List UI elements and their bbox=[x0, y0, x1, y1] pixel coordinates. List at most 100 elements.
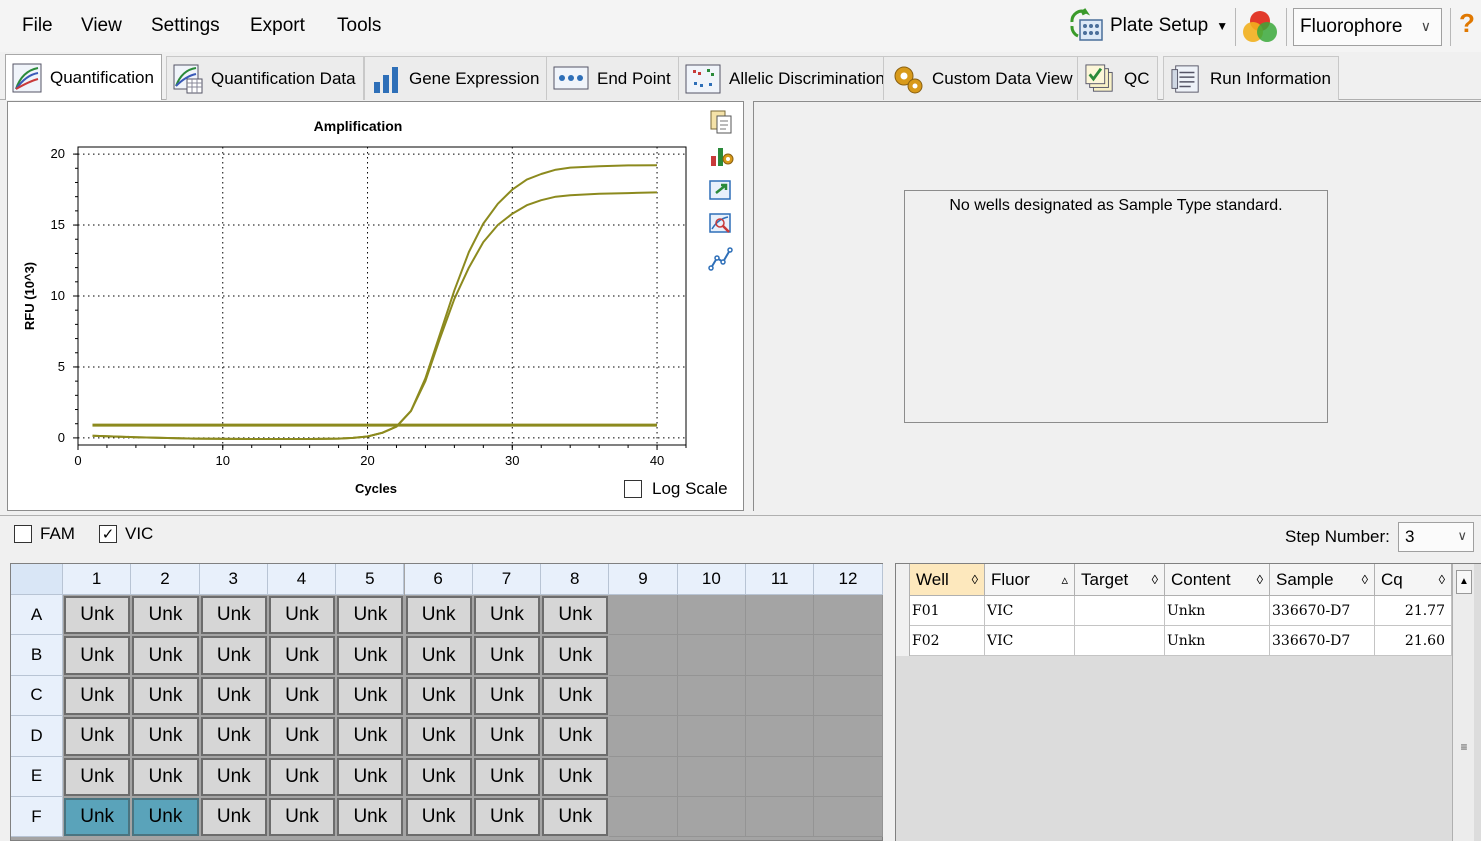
plate-well-empty[interactable] bbox=[609, 797, 678, 838]
plate-column-header[interactable]: 6 bbox=[404, 564, 473, 595]
column-header-cq[interactable]: Cq ◊ bbox=[1375, 564, 1452, 596]
fluor-fam-toggle[interactable]: FAM bbox=[14, 524, 75, 544]
sort-icon[interactable]: ◊ bbox=[1257, 572, 1263, 587]
plate-row-header[interactable]: D bbox=[11, 716, 63, 757]
plate-well[interactable]: Unk bbox=[337, 596, 404, 635]
plate-well[interactable]: Unk bbox=[473, 676, 541, 716]
plate-column-header[interactable]: 7 bbox=[472, 564, 542, 595]
plate-well-empty[interactable] bbox=[609, 675, 678, 717]
plate-well[interactable]: Unk bbox=[200, 636, 267, 675]
sort-icon[interactable]: ◊ bbox=[1439, 572, 1445, 587]
table-cell-fluor[interactable]: VIC bbox=[985, 626, 1075, 656]
plate-well-empty[interactable] bbox=[814, 635, 883, 676]
plate-well[interactable]: Unk bbox=[132, 757, 199, 796]
plate-well[interactable]: Unk bbox=[200, 717, 267, 756]
plate-well-empty[interactable] bbox=[609, 716, 678, 757]
table-cell-sample[interactable]: 336670-D7 bbox=[1270, 596, 1375, 626]
plate-column-header[interactable]: 8 bbox=[541, 564, 610, 595]
plate-well-empty[interactable] bbox=[677, 756, 746, 797]
plate-well[interactable]: Unk bbox=[473, 717, 541, 756]
plate-well[interactable]: Unk bbox=[405, 596, 472, 635]
color-circles-icon[interactable] bbox=[1241, 8, 1279, 46]
plate-well[interactable]: Unk bbox=[405, 798, 472, 837]
plate-row-header[interactable]: F bbox=[11, 797, 63, 838]
plate-well[interactable]: Unk bbox=[64, 757, 131, 796]
table-scrollbar[interactable]: ▲ ≡ bbox=[1452, 564, 1474, 841]
sort-icon[interactable]: ◊ bbox=[1362, 572, 1368, 587]
menu-export[interactable]: Export bbox=[250, 15, 305, 37]
table-cell-cq[interactable]: 21.77 bbox=[1375, 596, 1452, 626]
plate-well[interactable]: Unk bbox=[473, 596, 541, 635]
plate-well-empty[interactable] bbox=[677, 675, 746, 717]
table-cell-target[interactable] bbox=[1075, 596, 1165, 626]
step-number-select[interactable]: 3 ∨ bbox=[1398, 522, 1474, 552]
plate-well[interactable]: Unk bbox=[64, 717, 131, 756]
plate-well[interactable]: Unk bbox=[132, 717, 199, 756]
table-cell-well[interactable]: F02 bbox=[910, 626, 985, 656]
plate-well[interactable]: Unk bbox=[405, 717, 472, 756]
column-header-well[interactable]: Well ◊ bbox=[910, 564, 985, 596]
tab-run-information[interactable]: Run Information bbox=[1163, 56, 1339, 100]
plate-row-header[interactable]: A bbox=[11, 595, 63, 636]
plate-well[interactable]: Unk bbox=[64, 798, 131, 837]
tab-custom-data-view[interactable]: Custom Data View bbox=[883, 56, 1081, 100]
table-cell-sample[interactable]: 336670-D7 bbox=[1270, 626, 1375, 656]
plate-column-header[interactable]: 10 bbox=[677, 564, 746, 595]
fluor-vic-toggle[interactable]: ✓ VIC bbox=[99, 524, 153, 544]
plate-well[interactable]: Unk bbox=[542, 596, 609, 635]
vic-checkbox[interactable]: ✓ bbox=[99, 525, 117, 543]
plate-corner[interactable] bbox=[11, 564, 63, 595]
plate-well-empty[interactable] bbox=[814, 756, 883, 797]
plate-well-empty[interactable] bbox=[677, 595, 746, 636]
copy-icon[interactable] bbox=[708, 108, 734, 134]
plate-well-empty[interactable] bbox=[814, 797, 883, 838]
plate-well-empty[interactable] bbox=[609, 635, 678, 676]
plate-well[interactable]: Unk bbox=[337, 757, 404, 796]
series-icon[interactable] bbox=[708, 246, 734, 272]
plate-column-header[interactable]: 5 bbox=[336, 564, 405, 595]
tab-gene-expression[interactable]: Gene Expression bbox=[364, 56, 548, 100]
menu-tools[interactable]: Tools bbox=[337, 15, 381, 37]
plate-well-empty[interactable] bbox=[746, 675, 815, 717]
tab-quantification[interactable]: Quantification bbox=[5, 54, 162, 100]
plate-well[interactable]: Unk bbox=[268, 596, 336, 635]
plate-well[interactable]: Unk bbox=[473, 757, 541, 796]
plate-well-empty[interactable] bbox=[677, 635, 746, 676]
plate-well[interactable]: Unk bbox=[200, 757, 267, 796]
table-cell-content[interactable]: Unkn bbox=[1165, 626, 1270, 656]
plate-well[interactable]: Unk bbox=[268, 798, 336, 837]
plate-well[interactable]: Unk bbox=[337, 798, 404, 837]
plate-well[interactable]: Unk bbox=[268, 676, 336, 716]
plate-well[interactable]: Unk bbox=[405, 636, 472, 675]
plate-row-header[interactable]: C bbox=[11, 675, 63, 717]
plate-well-empty[interactable] bbox=[746, 635, 815, 676]
scroll-up-icon[interactable]: ▲ bbox=[1456, 570, 1472, 594]
plate-well[interactable]: Unk bbox=[268, 757, 336, 796]
column-header-content[interactable]: Content ◊ bbox=[1165, 564, 1270, 596]
plate-well[interactable]: Unk bbox=[405, 676, 472, 716]
plate-well[interactable]: Unk bbox=[64, 636, 131, 675]
chart-settings-icon[interactable] bbox=[708, 142, 734, 168]
plate-well[interactable]: Unk bbox=[337, 676, 404, 716]
export-icon[interactable] bbox=[708, 177, 734, 203]
plate-column-header[interactable]: 11 bbox=[746, 564, 815, 595]
plate-well[interactable]: Unk bbox=[473, 636, 541, 675]
table-cell-fluor[interactable]: VIC bbox=[985, 596, 1075, 626]
table-cell-well[interactable]: F01 bbox=[910, 596, 985, 626]
tab-quantification-data[interactable]: Quantification Data bbox=[166, 56, 364, 100]
plate-well-empty[interactable] bbox=[746, 595, 815, 636]
table-cell-cq[interactable]: 21.60 bbox=[1375, 626, 1452, 656]
plate-well[interactable]: Unk bbox=[542, 636, 609, 675]
plate-well[interactable]: Unk bbox=[132, 636, 199, 675]
sort-icon[interactable]: ◊ bbox=[1152, 572, 1158, 587]
plate-well-empty[interactable] bbox=[677, 797, 746, 838]
plate-setup-button[interactable]: Plate Setup ▼ bbox=[1068, 6, 1228, 46]
plate-well-empty[interactable] bbox=[746, 756, 815, 797]
column-header-sample[interactable]: Sample ◊ bbox=[1270, 564, 1375, 596]
plate-column-header[interactable]: 12 bbox=[814, 564, 883, 595]
plate-well[interactable]: Unk bbox=[132, 596, 199, 635]
plate-column-header[interactable]: 1 bbox=[63, 564, 132, 595]
menu-view[interactable]: View bbox=[81, 15, 122, 37]
scroll-grip-icon[interactable]: ≡ bbox=[1456, 740, 1472, 760]
plate-well-empty[interactable] bbox=[814, 595, 883, 636]
